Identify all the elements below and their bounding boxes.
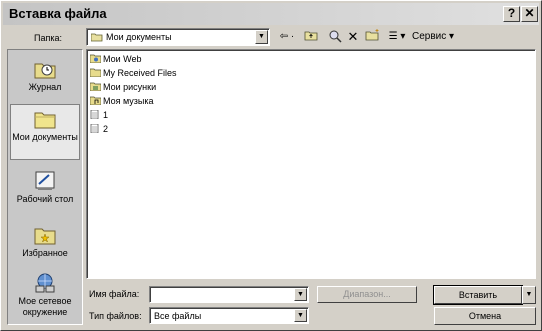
new-folder-button[interactable] <box>363 29 381 45</box>
range-button[interactable]: Диапазон... <box>317 286 417 303</box>
place-label: Журнал <box>28 82 62 92</box>
list-item[interactable]: Мои Web <box>90 53 141 65</box>
chevron-down-icon: ▼ <box>525 291 533 298</box>
filetype-value: Все файлы <box>154 311 202 321</box>
file-icon <box>90 124 99 133</box>
place-label: Рабочий стол <box>16 194 74 204</box>
pictures-folder-icon <box>90 82 101 91</box>
places-bar: Журнал Мои документы Рабочий стол Избран… <box>7 49 83 325</box>
search-web-button[interactable] <box>327 29 343 45</box>
chevron-down-icon[interactable]: ▼ <box>255 30 268 44</box>
lookin-select[interactable]: Мои документы ▼ <box>86 28 270 46</box>
lookin-label: Папка: <box>34 33 62 43</box>
filetype-label: Тип файлов: <box>89 311 142 321</box>
insert-button[interactable]: Вставить <box>433 285 523 305</box>
music-folder-icon <box>90 96 101 105</box>
filetype-select[interactable]: Все файлы ▼ <box>149 307 309 324</box>
delete-button[interactable]: ✕ <box>345 29 361 45</box>
window-title: Вставка файла <box>9 6 107 21</box>
list-item[interactable]: Моя музыка <box>90 95 154 107</box>
new-folder-icon <box>365 29 378 41</box>
list-item[interactable]: 2 <box>90 123 108 135</box>
filename-label: Имя файла: <box>89 289 140 299</box>
chevron-down-icon[interactable]: ▼ <box>294 288 307 301</box>
list-item[interactable]: My Received Files <box>90 67 177 79</box>
place-history[interactable]: Журнал <box>10 58 80 93</box>
file-list: Мои Web My Received Files Мои рисунки Мо… <box>86 49 536 279</box>
place-network[interactable]: Мое сетевое окружение <box>10 272 80 318</box>
close-button[interactable]: ✕ <box>521 6 538 22</box>
lookin-value: Мои документы <box>106 32 172 42</box>
list-item[interactable]: Мои рисунки <box>90 81 156 93</box>
title-bar: Вставка файла ? ✕ <box>3 3 539 25</box>
history-icon <box>34 63 56 79</box>
back-button[interactable]: ⇦ · <box>274 29 300 45</box>
insert-file-dialog: Вставка файла ? ✕ Папка: Мои документы ▼… <box>0 0 542 331</box>
insert-options-button[interactable]: ▼ <box>522 286 536 304</box>
search-icon <box>329 30 342 43</box>
place-label: Мое сетевое окружение <box>18 296 72 317</box>
views-button[interactable]: ☰ ▾ <box>385 29 409 45</box>
tools-menu[interactable]: Сервис ▾ <box>409 29 457 45</box>
folder-icon <box>91 33 103 42</box>
place-label: Избранное <box>22 248 68 258</box>
help-button[interactable]: ? <box>503 6 520 22</box>
up-folder-button[interactable] <box>303 29 319 45</box>
file-icon <box>90 110 99 119</box>
place-label: Мои документы <box>12 132 78 142</box>
folder-icon <box>90 68 101 77</box>
web-folder-icon <box>90 54 101 63</box>
my-documents-icon <box>34 112 56 129</box>
place-desktop[interactable]: Рабочий стол <box>10 170 80 205</box>
chevron-down-icon[interactable]: ▼ <box>294 309 307 322</box>
place-my-documents[interactable]: Мои документы <box>10 104 80 160</box>
cancel-button[interactable]: Отмена <box>434 307 536 325</box>
up-folder-icon <box>304 31 318 41</box>
place-favorites[interactable]: Избранное <box>10 224 80 259</box>
network-places-icon <box>35 273 55 293</box>
list-item[interactable]: 1 <box>90 109 108 121</box>
delete-icon: ✕ <box>347 29 359 44</box>
favorites-icon <box>34 228 56 245</box>
desktop-icon <box>35 171 55 190</box>
filename-input[interactable]: ▼ <box>149 286 309 303</box>
